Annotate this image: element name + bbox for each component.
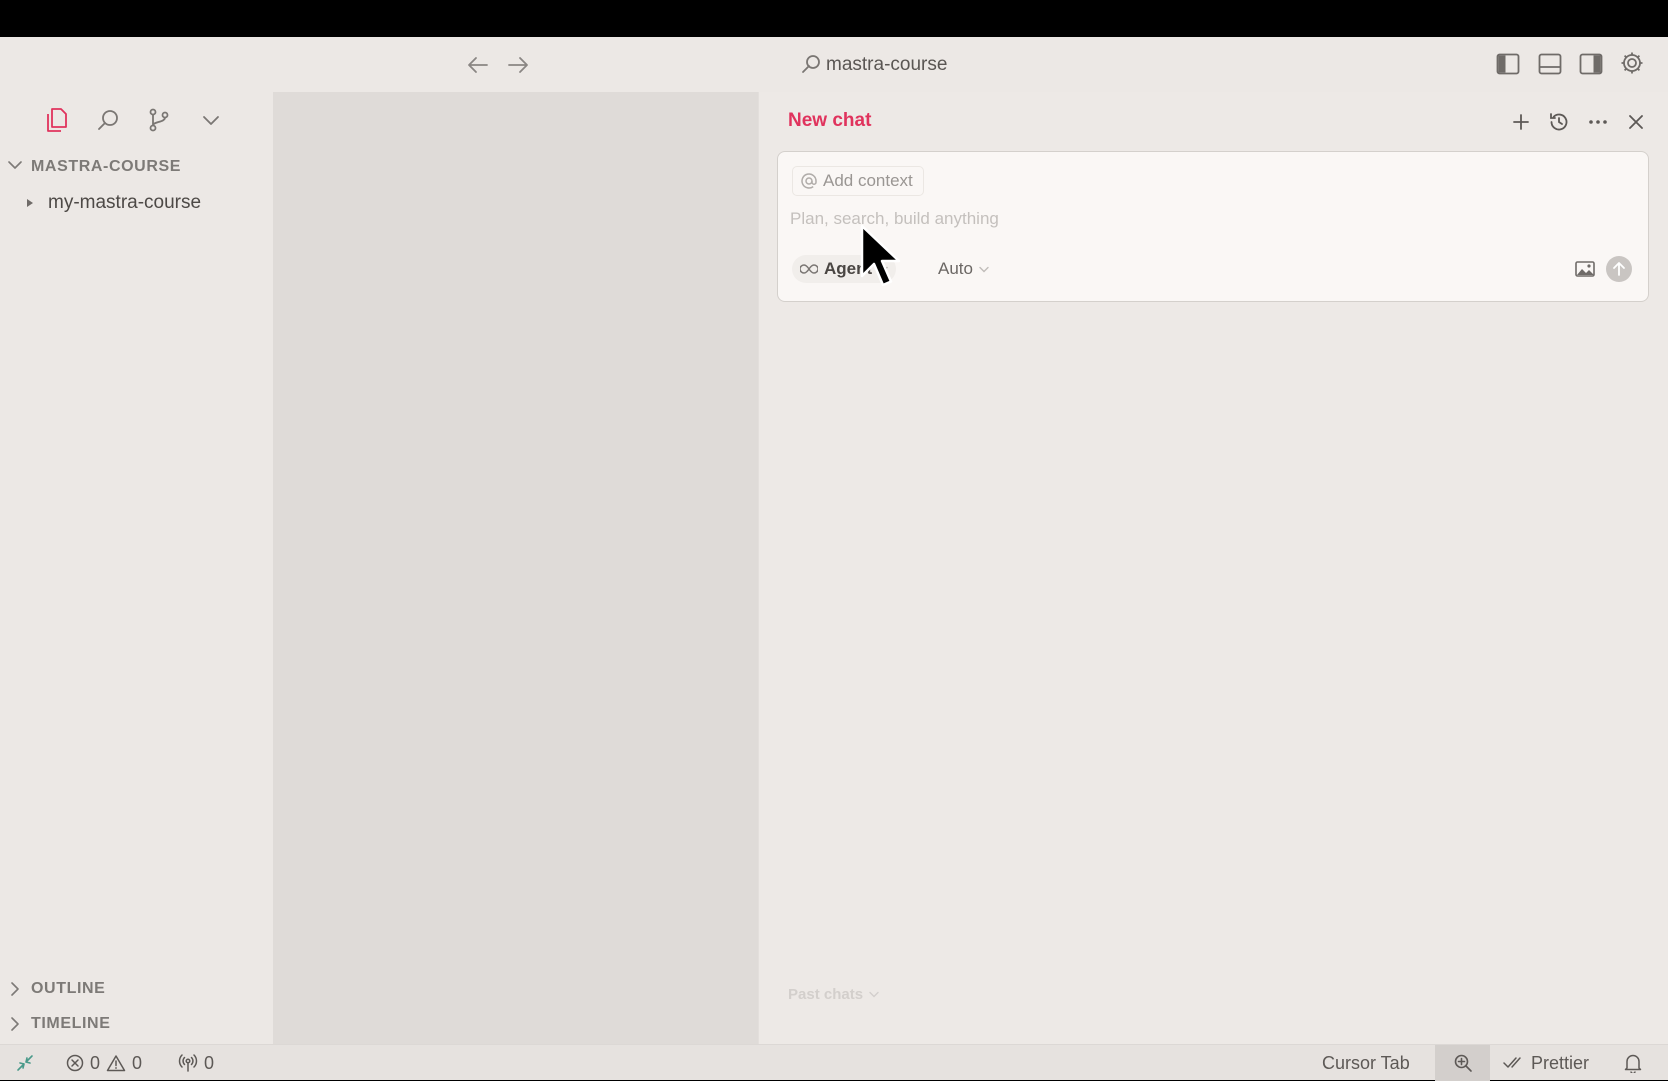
ports-count: 0 <box>204 1052 215 1073</box>
close-chat-button[interactable] <box>1622 108 1650 136</box>
explorer-button[interactable] <box>40 104 72 136</box>
triangle-right-icon <box>27 199 33 207</box>
past-chats-label: Past chats <box>788 986 864 1003</box>
command-center-label[interactable]: mastra-course <box>826 54 947 76</box>
past-chats-toggle[interactable]: Past chats <box>788 986 879 1003</box>
prettier-label: Prettier <box>1531 1052 1590 1073</box>
history-icon <box>1550 113 1568 131</box>
editor-area[interactable] <box>273 92 758 1044</box>
plus-icon <box>1513 114 1529 130</box>
primary-sidebar: MASTRA-COURSE my-mastra-course OUTLINE T… <box>0 92 273 1044</box>
chat-more-button[interactable] <box>1584 108 1612 136</box>
notifications-button[interactable] <box>1624 1045 1642 1081</box>
close-icon <box>1629 115 1643 129</box>
timeline-section-title[interactable]: TIMELINE <box>31 1015 110 1033</box>
chat-history-button[interactable] <box>1545 108 1573 136</box>
title-bar: mastra-course <box>0 37 1668 92</box>
model-selector[interactable]: Auto <box>938 255 989 283</box>
toggle-panel-icon <box>1538 53 1562 75</box>
gear-icon <box>1621 52 1643 74</box>
chevron-down-icon[interactable] <box>8 160 22 170</box>
new-chat-button[interactable] <box>1507 108 1535 136</box>
error-count: 0 <box>90 1052 101 1073</box>
more-icon <box>1589 120 1607 124</box>
toggle-primary-sidebar-button[interactable] <box>1493 49 1523 79</box>
chevron-right-icon[interactable] <box>10 982 20 996</box>
prettier-status[interactable]: Prettier <box>1503 1045 1589 1081</box>
attach-image-button[interactable] <box>1572 256 1598 282</box>
search-icon <box>98 110 118 130</box>
remote-icon <box>17 1055 33 1071</box>
search-view-button[interactable] <box>92 104 124 136</box>
outline-section-title[interactable]: OUTLINE <box>31 980 105 998</box>
error-icon <box>66 1054 84 1072</box>
arrow-left-icon <box>468 57 488 73</box>
at-sign-icon <box>801 173 817 189</box>
zoom-indicator[interactable] <box>1435 1045 1490 1081</box>
search-icon <box>802 55 820 73</box>
add-context-button[interactable]: Add context <box>792 166 924 196</box>
double-check-icon <box>1503 1057 1521 1068</box>
chevron-down-icon <box>869 991 879 998</box>
source-control-button[interactable] <box>143 104 175 136</box>
cursor-tab-status[interactable]: Cursor Tab <box>1322 1045 1410 1081</box>
chat-composer: Add context Agent Auto <box>777 151 1649 302</box>
tree-item-label: my-mastra-course <box>48 192 202 213</box>
chevron-down-icon <box>203 116 219 125</box>
explorer-section-title[interactable]: MASTRA-COURSE <box>31 158 181 176</box>
warning-icon <box>106 1055 126 1072</box>
chevron-right-icon[interactable] <box>10 1017 20 1031</box>
toggle-secondary-sidebar-button[interactable] <box>1576 49 1606 79</box>
ports-indicator[interactable]: 0 <box>178 1045 214 1081</box>
toggle-secondary-sidebar-icon <box>1579 53 1603 75</box>
problems-indicator[interactable]: 0 0 <box>66 1045 142 1081</box>
more-views-button[interactable] <box>195 104 227 136</box>
remote-indicator[interactable] <box>16 1045 34 1081</box>
mouse-pointer-icon <box>860 224 901 287</box>
forward-button[interactable] <box>503 50 533 80</box>
toggle-primary-sidebar-icon <box>1496 53 1520 75</box>
settings-button[interactable] <box>1617 48 1647 78</box>
tree-item-folder[interactable]: my-mastra-course <box>26 188 201 218</box>
screen-top-bar <box>0 0 1668 37</box>
broadcast-icon <box>178 1054 198 1072</box>
chat-prompt-input[interactable] <box>790 204 1630 234</box>
status-bar: 0 0 0 Cursor Tab Prettier <box>0 1044 1668 1081</box>
add-context-label: Add context <box>823 171 913 190</box>
model-label: Auto <box>938 259 973 278</box>
chevron-down-icon <box>979 266 989 272</box>
toggle-panel-button[interactable] <box>1535 49 1565 79</box>
command-center[interactable] <box>796 49 826 79</box>
source-control-icon <box>149 108 169 132</box>
warning-count: 0 <box>132 1052 143 1073</box>
arrow-right-icon <box>508 57 528 73</box>
bell-icon <box>1624 1054 1642 1073</box>
infinity-icon <box>800 264 818 274</box>
arrow-up-icon <box>1613 262 1625 276</box>
image-icon <box>1575 261 1595 277</box>
chat-title[interactable]: New chat <box>788 110 871 132</box>
zoom-in-icon <box>1454 1054 1472 1072</box>
send-button[interactable] <box>1606 256 1632 282</box>
files-icon <box>47 108 67 132</box>
back-button[interactable] <box>463 50 493 80</box>
cursor-tab-label: Cursor Tab <box>1322 1052 1410 1073</box>
